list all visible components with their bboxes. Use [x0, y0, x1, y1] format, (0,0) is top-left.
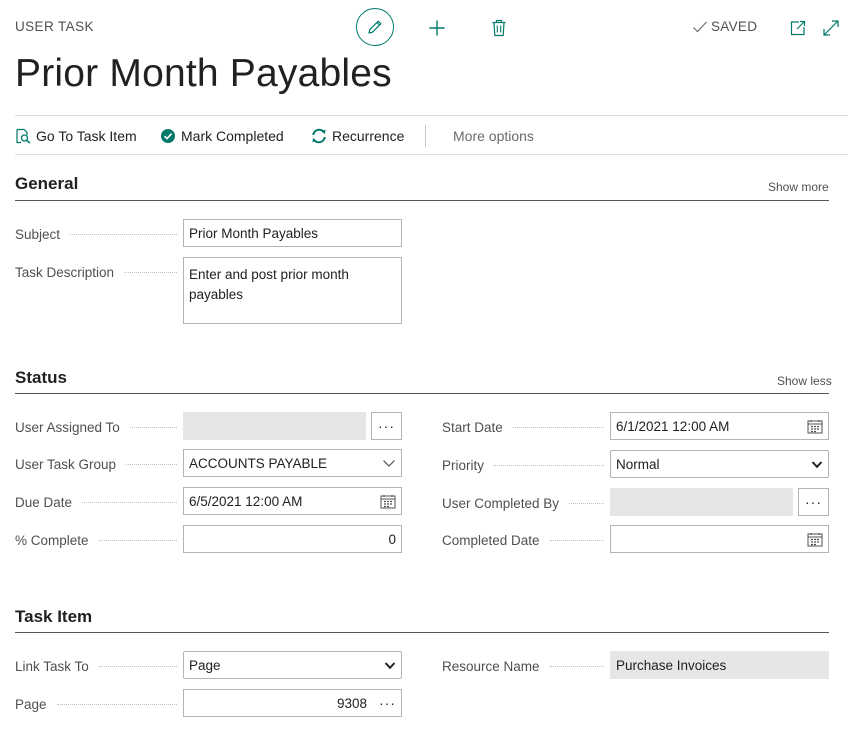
- task-description-field[interactable]: Enter and post prior month payables: [183, 257, 402, 324]
- start-date-picker[interactable]: [807, 419, 823, 434]
- edit-button[interactable]: [356, 8, 394, 46]
- chevron-down-icon: [383, 460, 395, 467]
- resource-name-label: Resource Name: [442, 657, 610, 675]
- status-section-title[interactable]: Status: [15, 368, 67, 388]
- user-completed-by-lookup-button[interactable]: ···: [798, 488, 829, 516]
- search-document-icon: [16, 128, 31, 144]
- user-task-group-label: User Task Group: [15, 455, 183, 473]
- start-date-label: Start Date: [442, 418, 610, 436]
- task-description-label: Task Description: [15, 263, 183, 281]
- subject-label: Subject: [15, 225, 183, 243]
- recurrence-action[interactable]: Recurrence: [311, 116, 404, 156]
- new-button[interactable]: [424, 15, 450, 41]
- user-completed-by-label: User Completed By: [442, 494, 610, 512]
- expand-icon: [823, 20, 839, 36]
- page-caption: USER TASK: [15, 19, 94, 34]
- show-more-link[interactable]: Show more: [768, 180, 829, 194]
- user-completed-by-field[interactable]: [610, 488, 793, 516]
- open-new-window-button[interactable]: [787, 17, 809, 39]
- priority-select[interactable]: Normal: [610, 450, 829, 478]
- start-date-field[interactable]: 6/1/2021 12:00 AM: [610, 412, 829, 440]
- task-item-section-title[interactable]: Task Item: [15, 607, 92, 627]
- user-assigned-to-field[interactable]: [183, 412, 366, 440]
- due-date-label: Due Date: [15, 493, 183, 511]
- saved-status: SAVED: [692, 19, 757, 34]
- percent-complete-label: % Complete: [15, 531, 183, 549]
- user-task-group-field[interactable]: ACCOUNTS PAYABLE: [183, 449, 402, 477]
- page-field[interactable]: 9308 ···: [183, 689, 402, 717]
- go-to-task-item-label: Go To Task Item: [36, 128, 137, 144]
- check-circle-icon: [161, 129, 175, 143]
- refresh-icon: [312, 128, 326, 144]
- go-to-task-item-action[interactable]: Go To Task Item: [15, 116, 137, 156]
- subject-field[interactable]: Prior Month Payables: [183, 219, 402, 247]
- page-title: Prior Month Payables: [15, 52, 392, 95]
- user-assigned-to-lookup-button[interactable]: ···: [371, 412, 402, 440]
- more-options-action[interactable]: More options: [453, 116, 534, 156]
- mark-completed-action[interactable]: Mark Completed: [160, 116, 284, 156]
- expand-button[interactable]: [820, 17, 842, 39]
- due-date-picker[interactable]: [380, 494, 396, 509]
- action-separator: [425, 125, 426, 147]
- calendar-icon: [380, 494, 396, 508]
- general-section-divider: [15, 200, 829, 201]
- pencil-icon: [368, 20, 382, 34]
- general-section-title[interactable]: General: [15, 174, 78, 194]
- link-task-to-select[interactable]: Page: [183, 651, 402, 679]
- checkmark-icon: [693, 21, 707, 32]
- calendar-icon: [807, 532, 823, 546]
- page-lookup-button[interactable]: ···: [379, 695, 396, 711]
- completed-date-field[interactable]: [610, 525, 829, 553]
- calendar-icon: [807, 419, 823, 433]
- delete-button[interactable]: [486, 15, 512, 41]
- show-less-link[interactable]: Show less: [777, 374, 832, 388]
- due-date-field[interactable]: 6/5/2021 12:00 AM: [183, 487, 402, 515]
- saved-label: SAVED: [711, 19, 758, 34]
- chevron-down-icon: [384, 661, 396, 669]
- trash-icon: [492, 19, 506, 37]
- link-task-to-label: Link Task To: [15, 657, 183, 675]
- user-assigned-to-label: User Assigned To: [15, 418, 183, 436]
- completed-date-label: Completed Date: [442, 531, 610, 549]
- percent-complete-field[interactable]: 0: [183, 525, 402, 553]
- action-bar: Go To Task Item Mark Completed Recurrenc…: [15, 115, 848, 155]
- plus-icon: [429, 20, 445, 36]
- mark-completed-label: Mark Completed: [181, 128, 284, 144]
- recurrence-label: Recurrence: [332, 128, 405, 144]
- resource-name-field[interactable]: Purchase Invoices: [610, 651, 829, 679]
- status-section-divider: [15, 393, 829, 394]
- task-item-section-divider: [15, 632, 829, 633]
- open-in-new-window-icon: [790, 20, 806, 36]
- priority-label: Priority: [442, 456, 610, 474]
- completed-date-picker[interactable]: [807, 532, 823, 547]
- chevron-down-icon: [811, 460, 823, 468]
- page-label: Page: [15, 695, 183, 713]
